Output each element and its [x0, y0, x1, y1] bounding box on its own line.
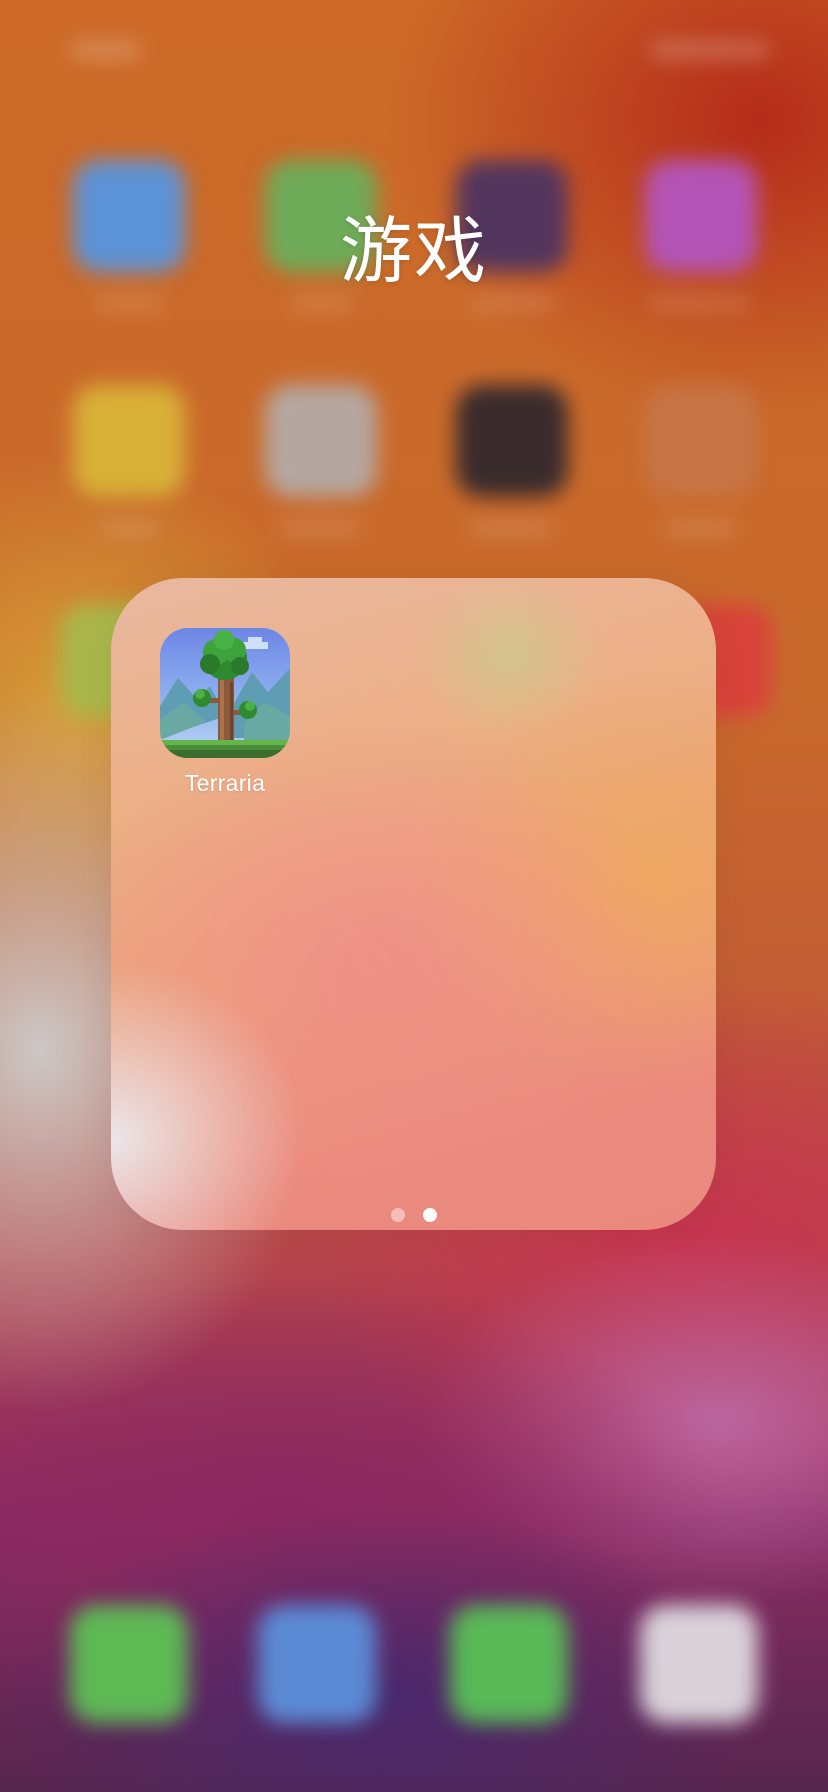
bg-app-icon [645, 385, 757, 497]
bg-dock-icon [258, 1605, 376, 1723]
app-terraria[interactable]: Terraria [160, 628, 290, 797]
terraria-tree-icon[interactable] [160, 628, 290, 758]
bg-dock-icon [640, 1605, 758, 1723]
bg-app-icon [265, 385, 377, 497]
bg-app-label [665, 523, 735, 533]
page-indicator[interactable] [111, 1208, 716, 1222]
bg-app-label [95, 298, 163, 308]
folder-panel: Terraria [111, 578, 716, 1230]
status-icons-blur [650, 42, 770, 58]
bg-app-label [292, 298, 352, 308]
bg-dock-icon [70, 1605, 188, 1723]
status-time-blur [70, 42, 140, 58]
bg-app-label [280, 523, 360, 533]
bg-app-icon [456, 385, 568, 497]
bg-app-label [470, 523, 550, 533]
bg-app-label [470, 298, 556, 308]
bg-app-label [100, 523, 160, 533]
folder-title[interactable]: 游戏 [0, 192, 828, 297]
bg-app-icon [73, 385, 185, 497]
home-screen: 游戏 Terraria [0, 0, 828, 1792]
page-dot-1[interactable] [390, 1208, 405, 1222]
app-label: Terraria [184, 770, 266, 796]
bg-app-label [650, 298, 750, 308]
page-dot-2-current[interactable] [422, 1208, 437, 1222]
bg-dock-icon [450, 1605, 568, 1723]
